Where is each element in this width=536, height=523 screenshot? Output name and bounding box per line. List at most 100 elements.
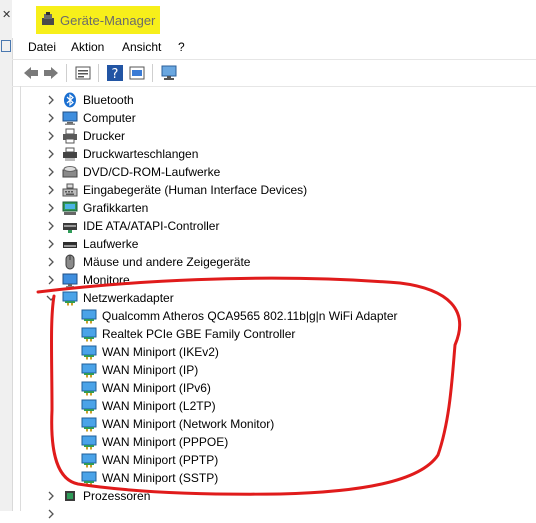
ide-controller-icon [63,223,77,233]
adapter-item-realtek[interactable]: Realtek PCIe GBE Family Controller [21,325,521,343]
tree-item-label: Grafikkarten [83,201,149,215]
back-arrow-icon[interactable] [22,64,40,82]
forward-arrow-icon[interactable] [42,64,60,82]
adapter-item-qualcomm[interactable]: Qualcomm Atheros QCA9565 802.11b|g|n WiF… [21,307,521,325]
hid-icon [62,183,78,197]
svg-text:?: ? [112,67,119,82]
tree-item-label: Druckwarteschlangen [83,147,199,161]
adapter-item-wan-sstp[interactable]: WAN Miniport (SSTP) [21,469,521,487]
network-adapter-icon [62,291,78,306]
tree-item-cutoff [21,505,521,523]
tree-item-laufwerke[interactable]: Laufwerke [21,235,521,253]
tree-item-prozessoren[interactable]: Prozessoren [21,487,521,505]
tree-item-hid[interactable]: Eingabegeräte (Human Interface Devices) [21,181,521,199]
toolbar-separator [66,64,67,82]
tree-item-label: IDE ATA/ATAPI-Controller [83,219,220,233]
mouse-icon [65,254,75,270]
properties-icon[interactable] [74,64,92,82]
dvd-drive-icon [62,166,78,178]
adapter-item-wan-ikev2[interactable]: WAN Miniport (IKEv2) [21,343,521,361]
bluetooth-icon [64,92,76,108]
adapter-item-wan-l2tp[interactable]: WAN Miniport (L2TP) [21,397,521,415]
help-icon[interactable]: ? [106,64,124,82]
adapter-label: WAN Miniport (Network Monitor) [102,417,275,431]
menu-datei[interactable]: Datei [28,40,56,54]
disk-drive-icon [63,242,77,248]
tree-item-computer[interactable]: Computer [21,109,521,127]
graphics-card-icon [62,201,78,215]
tree-item-label: Netzwerkadapter [83,291,174,305]
adapter-label: WAN Miniport (L2TP) [102,399,216,413]
menu-aktion[interactable]: Aktion [71,40,104,54]
menu-bar: Datei Aktion Ansicht ? [12,38,536,58]
adapter-label: WAN Miniport (SSTP) [102,471,219,485]
chevron-right-icon[interactable] [45,274,57,286]
chevron-right-icon[interactable] [45,166,57,178]
adapter-label: WAN Miniport (PPTP) [102,453,219,467]
processor-icon [65,491,75,501]
adapter-item-wan-pptp[interactable]: WAN Miniport (PPTP) [21,451,521,469]
adapter-item-wan-netmon[interactable]: WAN Miniport (Network Monitor) [21,415,521,433]
network-adapter-icon [81,363,97,378]
tree-item-label: DVD/CD-ROM-Laufwerke [83,165,221,179]
network-adapter-icon [81,453,97,468]
tree-item-ide[interactable]: IDE ATA/ATAPI-Controller [21,217,521,235]
print-queue-icon [63,147,77,161]
chevron-right-icon[interactable] [45,148,57,160]
tree-item-netzwerkadapter[interactable]: Netzwerkadapter [21,289,521,307]
computer-icon [62,111,78,125]
adapter-label: WAN Miniport (PPPOE) [102,435,229,449]
tree-item-bluetooth[interactable]: Bluetooth [21,91,521,109]
network-adapter-icon [81,471,97,486]
tree-item-label: Prozessoren [83,489,151,503]
chevron-right-icon [48,509,54,519]
chevron-right-icon[interactable] [45,490,57,502]
monitor-scan-icon[interactable] [160,64,178,82]
adapter-label: WAN Miniport (IP) [102,363,199,377]
chevron-down-icon[interactable] [45,292,57,304]
chevron-right-icon[interactable] [45,238,57,250]
title-bar: Geräte-Manager [12,0,536,38]
network-adapter-icon [81,309,97,324]
network-adapter-icon [81,345,97,360]
toolbar-separator [152,64,153,82]
adapter-label: WAN Miniport (IKEv2) [102,345,219,359]
adapter-item-wan-ip[interactable]: WAN Miniport (IP) [21,361,521,379]
tree-item-druckwarteschlangen[interactable]: Druckwarteschlangen [21,145,521,163]
adapter-item-wan-ipv6[interactable]: WAN Miniport (IPv6) [21,379,521,397]
chevron-right-icon[interactable] [45,130,57,142]
tree-item-monitore[interactable]: Monitore [21,271,521,289]
adapter-label: Qualcomm Atheros QCA9565 802.11b|g|n WiF… [102,309,398,323]
chevron-right-icon[interactable] [45,220,57,232]
tree-item-dvd[interactable]: DVD/CD-ROM-Laufwerke [21,163,521,181]
tree-item-label: Computer [83,111,136,125]
tree-item-label: Eingabegeräte (Human Interface Devices) [83,183,308,197]
chevron-right-icon[interactable] [45,256,57,268]
tree-item-label: Drucker [83,129,126,143]
update-driver-icon[interactable] [128,64,146,82]
adapter-item-wan-pppoe[interactable]: WAN Miniport (PPPOE) [21,433,521,451]
tree-item-label: Bluetooth [83,93,134,107]
chevron-right-icon[interactable] [45,112,57,124]
chevron-right-icon[interactable] [45,94,57,106]
network-adapter-icon [81,417,97,432]
chevron-right-icon[interactable] [45,202,57,214]
network-adapter-icon [81,399,97,414]
adapter-label: Realtek PCIe GBE Family Controller [102,327,296,341]
tree-item-label: Mäuse und andere Zeigegeräte [83,255,251,269]
tree-item-grafikkarten[interactable]: Grafikkarten [21,199,521,217]
menu-ansicht[interactable]: Ansicht [122,40,161,54]
monitor-icon [62,273,78,288]
chevron-right-icon[interactable] [45,184,57,196]
printer-icon [63,128,77,144]
close-icon[interactable]: ✕ [2,8,11,21]
window-title: Geräte-Manager [60,13,156,28]
menu-help[interactable]: ? [178,40,185,54]
tree-item-drucker[interactable]: Drucker [21,127,521,145]
tree-item-maeuse[interactable]: Mäuse und andere Zeigegeräte [21,253,521,271]
tree-item-label: Monitore [83,273,130,287]
device-tree: Bluetooth Computer Drucker Druckwartesch… [20,86,536,519]
network-adapter-icon [81,381,97,396]
network-adapter-icon [81,327,97,342]
network-adapter-icon [81,435,97,450]
